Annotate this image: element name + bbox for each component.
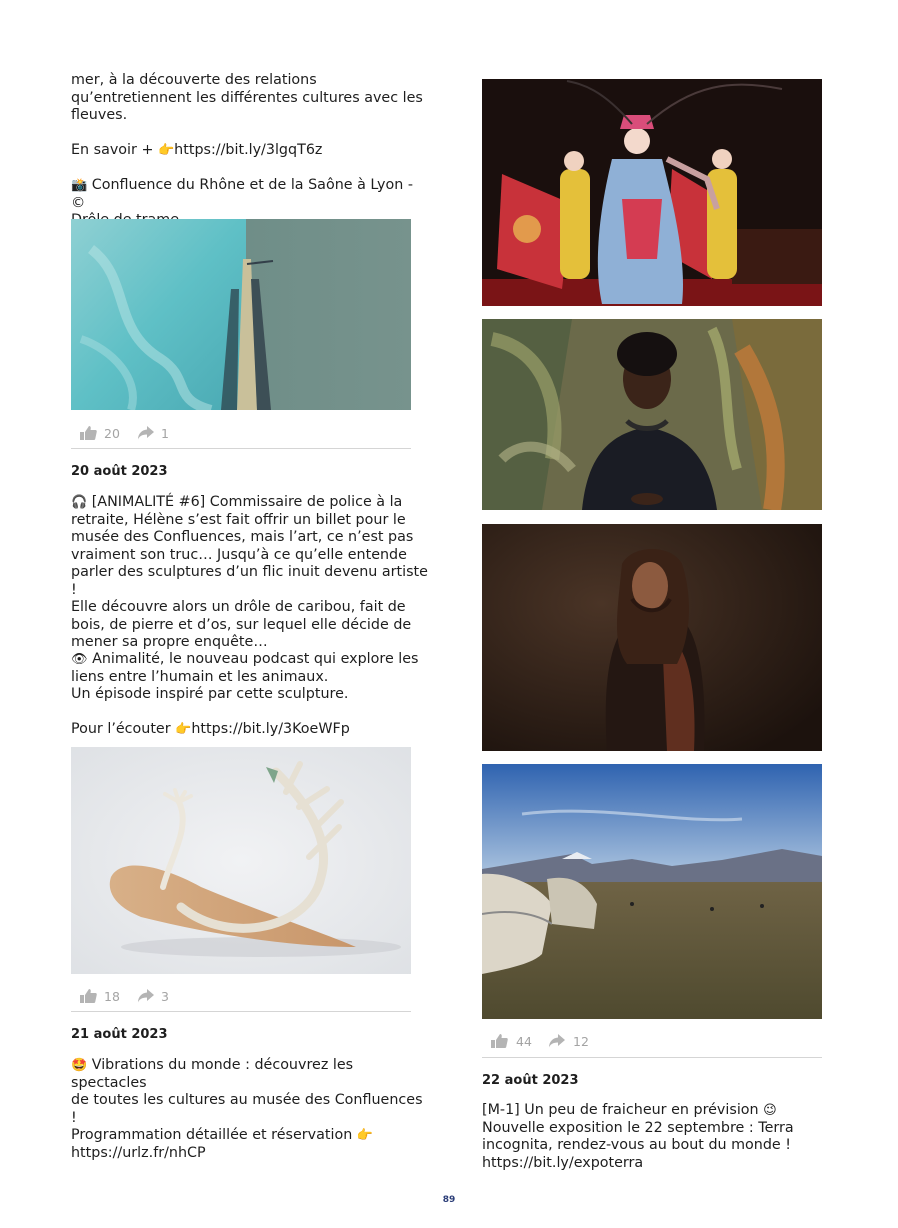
pointing-hand-icon: 👉 [157,143,175,158]
eye-icon: 👁 [71,652,88,667]
post-right-reactions: 44 12 [490,1030,830,1054]
post2-podcast-text: 👁 Animalité, le nouveau podcast qui expl… [71,651,419,702]
pointing-hand-icon: 👉 [356,1128,373,1143]
post4-text: [M-1] Un peu de fraicheur en prévision 😉… [482,1102,794,1171]
camera-icon: 📸 [71,178,88,193]
post2-shares: 3 [161,989,169,1004]
post1-shares: 1 [161,426,169,441]
portrait-banana-leaves-photo[interactable] [482,319,822,510]
post3-date: 21 août 2023 [71,1027,168,1042]
post1-separator [71,448,411,449]
star-eyes-icon: 🤩 [71,1058,88,1073]
post-right-shares: 12 [573,1034,589,1049]
more-line: En savoir + 👉https://bit.ly/3lgqT6z [71,142,323,158]
post4-link[interactable]: https://bit.ly/expoterra [482,1155,643,1171]
post2-listen-line: Pour l’écouter 👉https://bit.ly/3KoeWFp [71,721,350,737]
post2-separator [71,1011,411,1012]
share-arrow-icon[interactable] [137,988,155,1004]
share-arrow-icon[interactable] [548,1033,566,1049]
intro-text: mer, à la découverte des relations qu’en… [71,72,423,123]
yurts-landscape-photo[interactable] [482,764,822,1019]
post1-reactions: 20 1 [79,422,419,446]
portrait-dark-background-photo[interactable] [482,524,822,751]
chinese-opera-photo[interactable] [482,79,822,306]
share-arrow-icon[interactable] [137,425,155,441]
post3-text: 🤩 Vibrations du monde : découvrez les sp… [71,1057,428,1161]
post-right-separator [482,1057,822,1058]
pointing-hand-icon: 👉 [175,722,192,737]
thumbs-up-icon[interactable] [490,1033,508,1049]
winking-face-icon: 😉 [763,1103,777,1118]
post2-listen-link[interactable]: https://bit.ly/3KoeWFp [191,721,349,737]
thumbs-up-icon[interactable] [79,425,97,441]
post4-date: 22 août 2023 [482,1073,579,1088]
post2-reactions: 18 3 [79,985,419,1009]
post2-date: 20 août 2023 [71,464,168,479]
post1-likes: 20 [104,426,120,441]
post2-text: 🎧 [ANIMALITÉ #6] Commissaire de police à… [71,494,433,650]
post-right-likes: 44 [516,1034,532,1049]
confluence-aerial-photo[interactable] [71,219,411,410]
headphones-icon: 🎧 [71,495,88,510]
more-link[interactable]: https://bit.ly/3lgqT6z [174,142,322,158]
caribou-sculpture-photo[interactable] [71,747,411,974]
page-number: 89 [442,1195,456,1205]
thumbs-up-icon[interactable] [79,988,97,1004]
post2-likes: 18 [104,989,120,1004]
post3-link[interactable]: https://urlz.fr/nhCP [71,1145,206,1161]
